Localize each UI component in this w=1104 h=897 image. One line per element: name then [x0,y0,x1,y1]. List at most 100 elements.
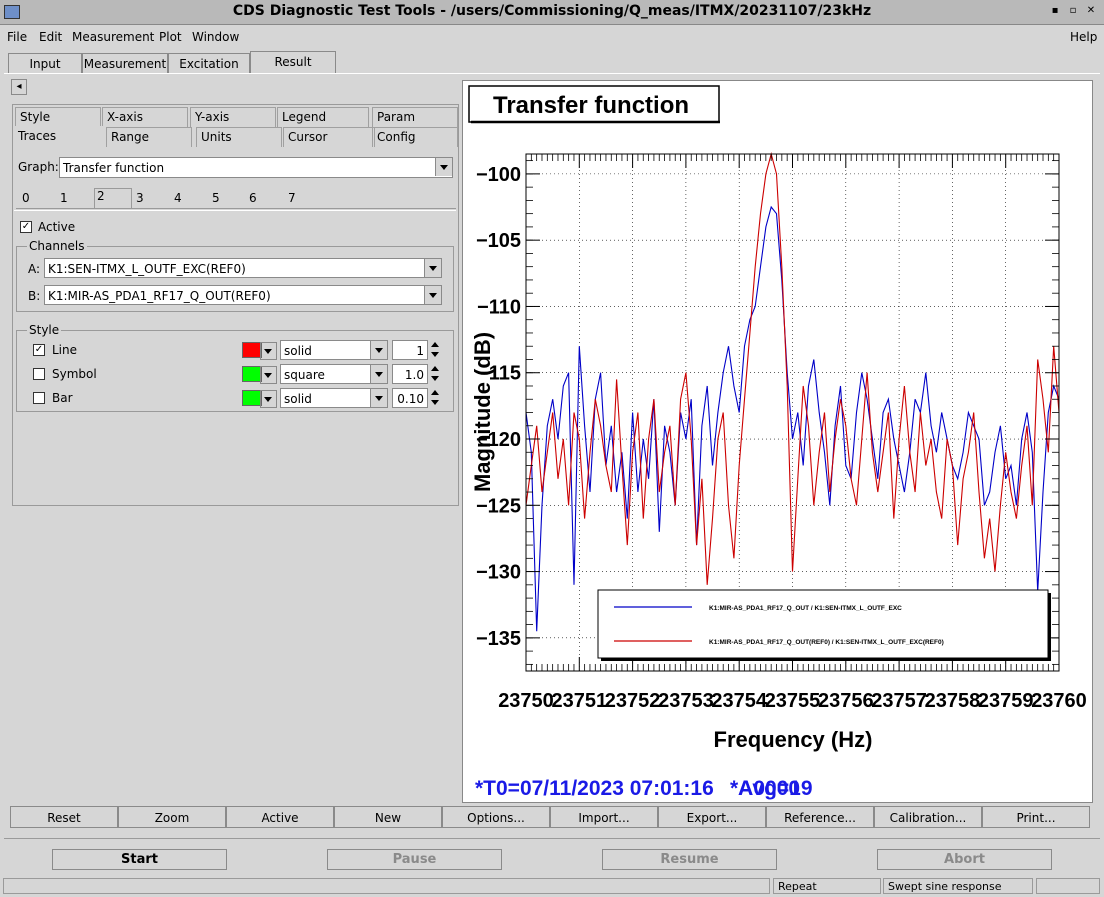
trace-tab-6[interactable]: 6 [249,191,257,205]
chevron-down-icon[interactable] [424,286,441,304]
subtab-traces[interactable]: Traces [13,126,103,146]
zoom-button[interactable]: Zoom [118,806,226,828]
transfer-function-plot[interactable]: Transfer function 2375023751237522375323… [463,81,1092,802]
import-button[interactable]: Import... [550,806,658,828]
x-tick-label: 23751 [551,690,607,712]
status-extra [1036,878,1100,894]
divider [4,838,1100,839]
bar-width-spinner[interactable] [430,388,440,408]
x-tick-label: 23754 [711,690,767,712]
symbol-size-spinner[interactable] [430,364,440,384]
reset-button[interactable]: Reset [10,806,118,828]
line-width-field[interactable]: 1 [392,340,428,360]
subtab-legend[interactable]: Legend [277,107,369,127]
channel-b-select[interactable]: K1:MIR-AS_PDA1_RF17_Q_OUT(REF0) [44,285,442,305]
line-color-swatch[interactable] [242,342,262,358]
new-button[interactable]: New [334,806,442,828]
print-button[interactable]: Print... [982,806,1090,828]
maximize-button[interactable]: ▫ [1066,4,1080,18]
subtab-y-axis[interactable]: Y-axis [190,107,276,127]
bar-width-field[interactable]: 0.10 [392,388,428,408]
symbol-size-field[interactable]: 1.0 [392,364,428,384]
symbol-type-value: square [284,368,325,382]
plot-action-bar: Reset Zoom Active New Options... Import.… [10,806,1092,830]
chevron-down-icon[interactable] [435,158,452,176]
y-axis-label: Magnitude (dB) [470,332,495,492]
y-tick-label: −135 [476,628,521,650]
abort-button[interactable]: Abort [877,849,1052,870]
line-width-spinner[interactable] [430,340,440,360]
plot-footer-t0: *T0=07/11/2023 07:01:16 [475,777,714,800]
subtab-config[interactable]: Config [372,127,458,147]
menu-file[interactable]: File [7,30,27,44]
pause-button[interactable]: Pause [327,849,502,870]
trace-tab-4[interactable]: 4 [174,191,182,205]
export-button[interactable]: Export... [658,806,766,828]
trace-tab-2[interactable]: 2 [94,188,132,209]
calibration-button[interactable]: Calibration... [874,806,982,828]
options-button[interactable]: Options... [442,806,550,828]
chevron-down-icon[interactable] [370,341,387,359]
trace-tab-3[interactable]: 3 [136,191,144,205]
close-button[interactable]: ✕ [1084,4,1098,18]
bar-type-value: solid [284,392,312,406]
y-tick-label: −105 [476,230,521,252]
subtab-cursor[interactable]: Cursor [283,127,375,147]
x-tick-label: 23756 [818,690,874,712]
menu-edit[interactable]: Edit [39,30,62,44]
trace-tab-bar: 0 1 2 3 4 5 6 7 [16,188,456,209]
menu-help[interactable]: Help [1070,30,1097,44]
subtab-range[interactable]: Range [106,127,192,147]
symbol-color-swatch[interactable] [242,366,262,382]
trace-tab-1[interactable]: 1 [60,191,68,205]
collapse-arrow-button[interactable]: ◂ [11,79,27,95]
trace-tab-5[interactable]: 5 [212,191,220,205]
subtab-style[interactable]: Style [15,107,101,127]
reference-button[interactable]: Reference... [766,806,874,828]
subtab-x-axis[interactable]: X-axis [102,107,188,127]
line-checkbox[interactable]: ✓ [33,344,45,356]
chevron-down-icon[interactable] [424,259,441,277]
chevron-down-icon[interactable] [260,366,277,384]
channel-a-label: A: [28,262,41,276]
tab-excitation[interactable]: Excitation [168,53,250,74]
channel-a-select[interactable]: K1:SEN-ITMX_L_OUTF_EXC(REF0) [44,258,442,278]
active-button[interactable]: Active [226,806,334,828]
symbol-checkbox[interactable] [33,368,45,380]
minimize-button[interactable]: ▪ [1048,4,1062,18]
chevron-down-icon[interactable] [370,389,387,407]
tab-result[interactable]: Result [250,51,336,74]
main-tab-bar: Input Measurement Excitation Result [0,51,1104,75]
chevron-down-icon[interactable] [260,390,277,408]
channels-label: Channels [27,239,87,253]
active-checkbox[interactable]: ✓ [20,221,32,233]
start-button[interactable]: Start [52,849,227,870]
graph-select-value: Transfer function [63,161,165,175]
subtab-param[interactable]: Param [372,107,458,127]
tab-measurement[interactable]: Measurement [82,53,168,74]
bar-type-select[interactable]: solid [280,388,388,408]
symbol-type-select[interactable]: square [280,364,388,384]
x-tick-label: 23759 [978,690,1034,712]
plot-canvas[interactable]: Transfer function 23750 23751 23752 23753 23… [462,80,1093,803]
plot-title: Transfer function [493,92,689,119]
active-label: Active [38,220,76,234]
resume-button[interactable]: Resume [602,849,777,870]
subtab-units[interactable]: Units [196,127,282,147]
menu-plot[interactable]: Plot [159,30,182,44]
menu-measurement[interactable]: Measurement [72,30,154,44]
tab-input[interactable]: Input [8,53,82,74]
plot-footer-avg: Avg=19 [738,777,813,800]
bar-label: Bar [52,391,73,405]
x-tick-label: 23757 [871,690,927,712]
trace-tab-0[interactable]: 0 [22,191,30,205]
chevron-down-icon[interactable] [260,342,277,360]
chevron-down-icon[interactable] [370,365,387,383]
bar-checkbox[interactable] [33,392,45,404]
menu-window[interactable]: Window [192,30,239,44]
line-type-select[interactable]: solid [280,340,388,360]
bar-color-swatch[interactable] [242,390,262,406]
graph-select[interactable]: Transfer function [59,157,453,178]
status-bar: Repeat Swept sine response [0,876,1104,897]
trace-tab-7[interactable]: 7 [288,191,296,205]
